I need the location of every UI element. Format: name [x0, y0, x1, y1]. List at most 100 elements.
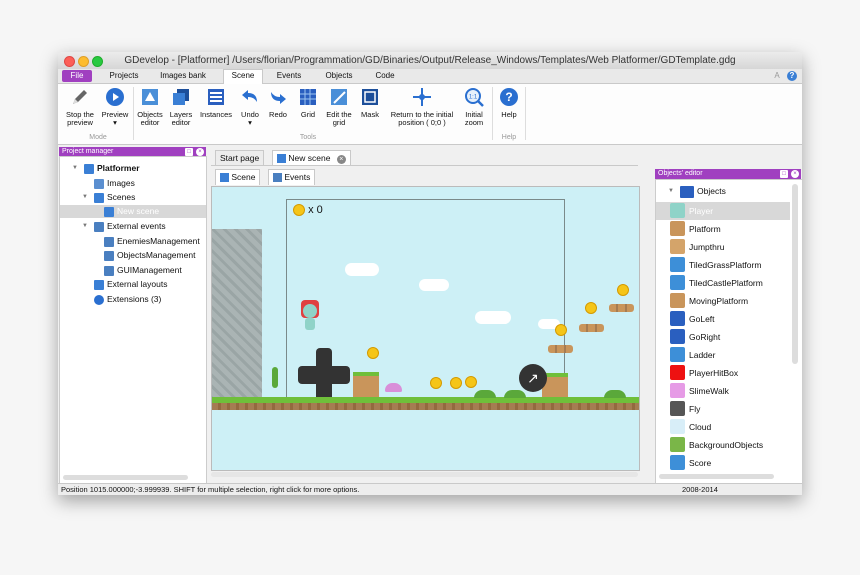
object-thumbnail-icon: [670, 383, 685, 398]
object-item[interactable]: Platform: [670, 220, 721, 238]
close-tab-icon[interactable]: ×: [336, 155, 346, 164]
subtab-events[interactable]: Events: [268, 169, 316, 185]
tree-item-external-events[interactable]: ▼ External events: [82, 220, 166, 233]
help-group-label: Help: [501, 134, 517, 141]
tree-item-objects-management[interactable]: ObjectsManagement: [104, 249, 195, 262]
tools-group-label: Tools: [299, 134, 317, 141]
object-item[interactable]: MovingPlatform: [670, 292, 748, 310]
events-icon: [104, 250, 114, 261]
edit-grid-label: Edit the grid: [326, 110, 352, 127]
coin: [465, 376, 477, 388]
events-icon: [104, 265, 114, 276]
instances-list-icon: [208, 89, 224, 105]
mask-icon: [362, 89, 378, 105]
object-thumbnail-icon: [670, 437, 685, 452]
scene-horizontal-scrollbar[interactable]: [211, 472, 638, 477]
ribbon-separator: [492, 87, 493, 140]
tab-label: New scene: [288, 153, 331, 163]
vertical-scrollbar[interactable]: [792, 184, 798, 364]
jump-button[interactable]: ↗: [519, 364, 547, 392]
player-sprite[interactable]: [301, 300, 319, 332]
tree-item-project[interactable]: ▼ Platformer: [72, 162, 140, 175]
tree-item-scenes[interactable]: ▼ Scenes: [82, 191, 135, 204]
cactus: [272, 367, 278, 388]
object-item[interactable]: Player: [656, 202, 790, 220]
object-thumbnail-icon: [670, 455, 685, 470]
tab-code[interactable]: Code: [371, 70, 399, 82]
tab-start-page[interactable]: Start page: [215, 150, 265, 166]
layers-editor-button[interactable]: Layers editor: [167, 87, 195, 127]
object-item[interactable]: PlayerHitBox: [670, 364, 738, 382]
events-icon: [94, 221, 104, 232]
close-panel-icon[interactable]: ×: [196, 148, 204, 156]
tab-projects[interactable]: Projects: [106, 70, 142, 82]
return-origin-button[interactable]: Return to the initial position ( 0;0 ): [385, 87, 459, 127]
object-item[interactable]: SlimeWalk: [670, 382, 729, 400]
tab-objects[interactable]: Objects: [320, 70, 358, 82]
object-label: Cloud: [689, 422, 712, 432]
tab-new-scene[interactable]: New scene ×: [272, 150, 351, 166]
object-item[interactable]: TiledGrassPlatform: [670, 256, 761, 274]
undo-button[interactable]: Undo ▾: [238, 87, 262, 127]
tree-label: New scene: [117, 206, 160, 216]
close-panel-icon[interactable]: ×: [791, 170, 799, 178]
tree-item-new-scene[interactable]: New scene: [60, 205, 206, 218]
tab-events[interactable]: Events: [271, 70, 307, 82]
expand-arrow-icon[interactable]: ▼: [72, 162, 78, 175]
tree-item-extensions[interactable]: Extensions (3): [94, 293, 161, 306]
scene-canvas[interactable]: x 0 ↗: [211, 186, 640, 471]
object-item[interactable]: Ladder: [670, 346, 715, 364]
tab-images-bank[interactable]: Images bank: [156, 70, 210, 82]
object-item[interactable]: GoRight: [670, 328, 720, 346]
object-label: TiledCastlePlatform: [689, 278, 763, 288]
object-item[interactable]: BackgroundObjects: [670, 436, 763, 454]
help-circle-icon[interactable]: ?: [787, 71, 797, 81]
object-item[interactable]: Jumpthru: [670, 238, 724, 256]
objects-editor-icon: [142, 89, 158, 105]
instances-button[interactable]: Instances: [198, 87, 234, 119]
tab-label: Start page: [220, 153, 260, 163]
object-label: Score: [689, 458, 712, 468]
objects-root[interactable]: ▼ Objects: [668, 185, 726, 198]
tree-item-images[interactable]: Images: [94, 177, 135, 190]
help-button[interactable]: ? Help: [496, 87, 522, 119]
object-item[interactable]: GoLeft: [670, 310, 715, 328]
objects-root-icon: [680, 185, 694, 198]
objects-editor-button[interactable]: Objects editor: [136, 87, 164, 127]
pencil-icon: [73, 90, 87, 104]
initial-zoom-button[interactable]: 1:1 Initial zoom: [460, 87, 488, 127]
expand-arrow-icon[interactable]: ▼: [82, 220, 88, 233]
ribbon-minimize-icon[interactable]: A: [772, 70, 782, 82]
tree-item-enemies-management[interactable]: EnemiesManagement: [104, 235, 200, 248]
expand-arrow-icon[interactable]: ▼: [82, 191, 88, 204]
subtab-scene[interactable]: Scene: [215, 169, 261, 185]
object-item[interactable]: Cloud: [670, 418, 712, 436]
help-icon: ?: [500, 88, 518, 106]
edit-grid-button[interactable]: Edit the grid: [324, 87, 354, 127]
object-thumbnail-icon: [670, 257, 685, 272]
maximize-panel-icon[interactable]: □: [185, 148, 193, 156]
preview-button[interactable]: Preview ▾: [100, 87, 130, 127]
undo-arrow-icon: [242, 90, 257, 102]
coin: [450, 377, 462, 389]
horizontal-scrollbar[interactable]: [63, 475, 188, 480]
maximize-panel-icon[interactable]: □: [780, 170, 788, 178]
horizontal-scrollbar[interactable]: [659, 474, 774, 479]
object-item[interactable]: Fly: [670, 400, 700, 418]
tab-scene[interactable]: Scene: [223, 69, 263, 84]
object-item[interactable]: TiledCastlePlatform: [670, 274, 763, 292]
dpad-control[interactable]: [298, 348, 350, 404]
tree-item-external-layouts[interactable]: External layouts: [94, 278, 167, 291]
grid-button[interactable]: Grid: [296, 87, 320, 119]
coin: [367, 347, 379, 359]
expand-arrow-icon[interactable]: ▼: [668, 185, 674, 198]
tab-file[interactable]: File: [62, 70, 92, 82]
subtab-label: Scene: [231, 172, 256, 182]
cloud: [345, 263, 379, 276]
object-thumbnail-icon: [670, 347, 685, 362]
redo-button[interactable]: Redo: [266, 87, 290, 119]
stop-preview-button[interactable]: Stop the preview: [62, 87, 98, 127]
mask-button[interactable]: Mask: [358, 87, 382, 119]
object-item[interactable]: Score: [670, 454, 712, 472]
tree-item-gui-management[interactable]: GUIManagement: [104, 264, 182, 277]
